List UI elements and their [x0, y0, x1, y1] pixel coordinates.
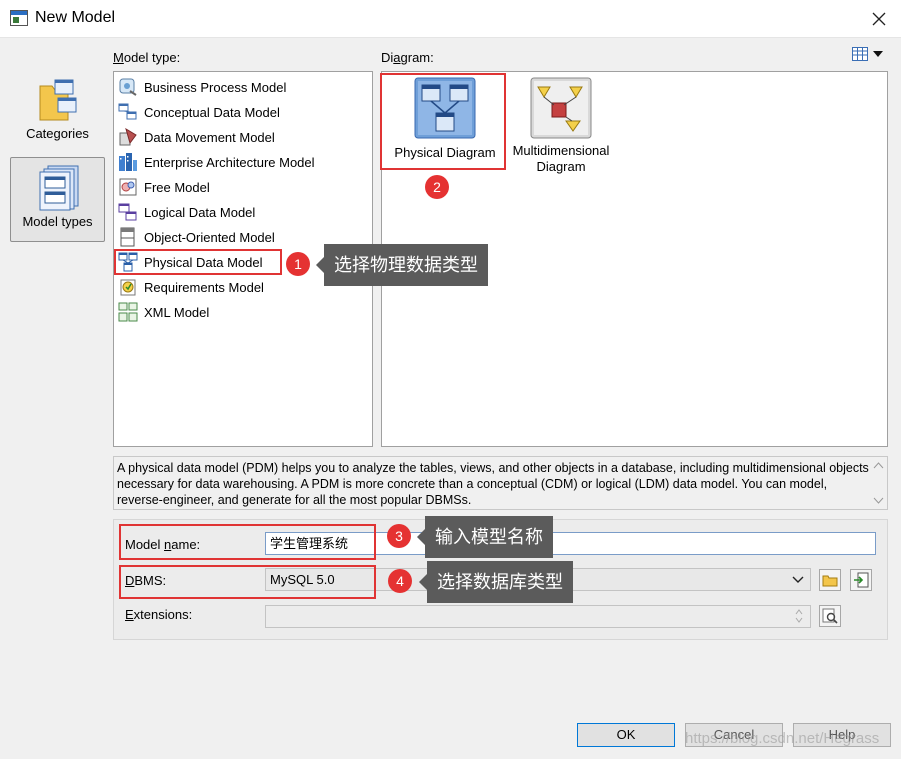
watermark: https://blog.csdn.net/Hegrass: [685, 730, 880, 747]
list-item-data-movement[interactable]: Data Movement Model: [118, 126, 275, 148]
extensions-field[interactable]: [265, 605, 811, 628]
diagram-label: Diagram:: [381, 50, 434, 65]
model-types-icon: [38, 164, 78, 211]
sidebar-item-label: Model types: [22, 214, 93, 229]
multidimensional-diagram-icon: [530, 77, 592, 139]
magnifier-icon: [822, 608, 838, 624]
scroll-down-icon: [873, 497, 884, 504]
categories-folder-icon: [38, 76, 78, 122]
step-badge-3: 3: [387, 524, 411, 548]
highlight-physical-diagram: [380, 73, 506, 170]
highlight-physical-data-model: [114, 249, 282, 275]
window-title: New Model: [35, 9, 116, 26]
list-item-enterprise-architecture[interactable]: Enterprise Architecture Model: [118, 151, 315, 173]
annotation-tooltip-4: 选择数据库类型: [419, 561, 573, 603]
list-item-logical-data[interactable]: Logical Data Model: [118, 201, 255, 223]
list-item-object-oriented[interactable]: Object-Oriented Model: [118, 226, 275, 248]
enterprise-architecture-icon: [118, 152, 138, 172]
view-list-icon: [852, 47, 868, 61]
model-description: A physical data model (PDM) helps you to…: [113, 456, 888, 510]
import-dbms-button[interactable]: [850, 569, 872, 591]
chevron-down-icon: [873, 51, 883, 57]
description-scrollbar[interactable]: [870, 457, 887, 509]
list-item-requirements[interactable]: Requirements Model: [118, 276, 264, 298]
sidebar-item-model-types[interactable]: Model types: [10, 157, 105, 242]
free-model-icon: [118, 177, 138, 197]
highlight-model-name: [119, 524, 376, 560]
diagram-item-multidimensional[interactable]: Multidimensional Diagram: [506, 77, 616, 177]
close-icon: [872, 12, 886, 26]
step-badge-1: 1: [286, 252, 310, 276]
data-movement-icon: [118, 127, 138, 147]
annotation-tooltip-3: 输入模型名称: [417, 516, 553, 558]
list-item-conceptual-data[interactable]: Conceptual Data Model: [118, 101, 280, 123]
model-type-label: Model type:: [113, 50, 181, 65]
highlight-dbms: [119, 565, 376, 599]
sidebar-item-label: Categories: [26, 126, 89, 141]
ok-button[interactable]: OK: [577, 723, 675, 747]
title-bar: [0, 0, 901, 38]
scroll-up-icon: [873, 462, 884, 469]
step-badge-2: 2: [425, 175, 449, 199]
object-oriented-icon: [118, 227, 138, 247]
chevron-down-icon: [792, 576, 804, 583]
folder-open-icon: [822, 575, 838, 587]
list-item-free-model[interactable]: Free Model: [118, 176, 210, 198]
close-button[interactable]: [860, 4, 898, 34]
open-dbms-button[interactable]: [819, 569, 841, 591]
spinner-icon: [795, 609, 803, 623]
annotation-tooltip-1: 选择物理数据类型: [316, 244, 488, 286]
sidebar-item-categories[interactable]: Categories: [10, 70, 105, 148]
xml-model-icon: [118, 302, 138, 322]
import-icon: [854, 572, 869, 588]
model-window-icon: [10, 10, 28, 26]
requirements-icon: [118, 277, 138, 297]
select-extensions-button[interactable]: [819, 605, 841, 627]
logical-data-icon: [118, 202, 138, 222]
conceptual-data-icon: [118, 102, 138, 122]
list-item-business-process[interactable]: Business Process Model: [118, 76, 286, 98]
extensions-label: Extensions:: [125, 607, 193, 622]
list-item-xml-model[interactable]: XML Model: [118, 301, 209, 323]
step-badge-4: 4: [388, 569, 412, 593]
business-process-icon: [118, 77, 138, 97]
view-mode-button[interactable]: [852, 46, 884, 62]
